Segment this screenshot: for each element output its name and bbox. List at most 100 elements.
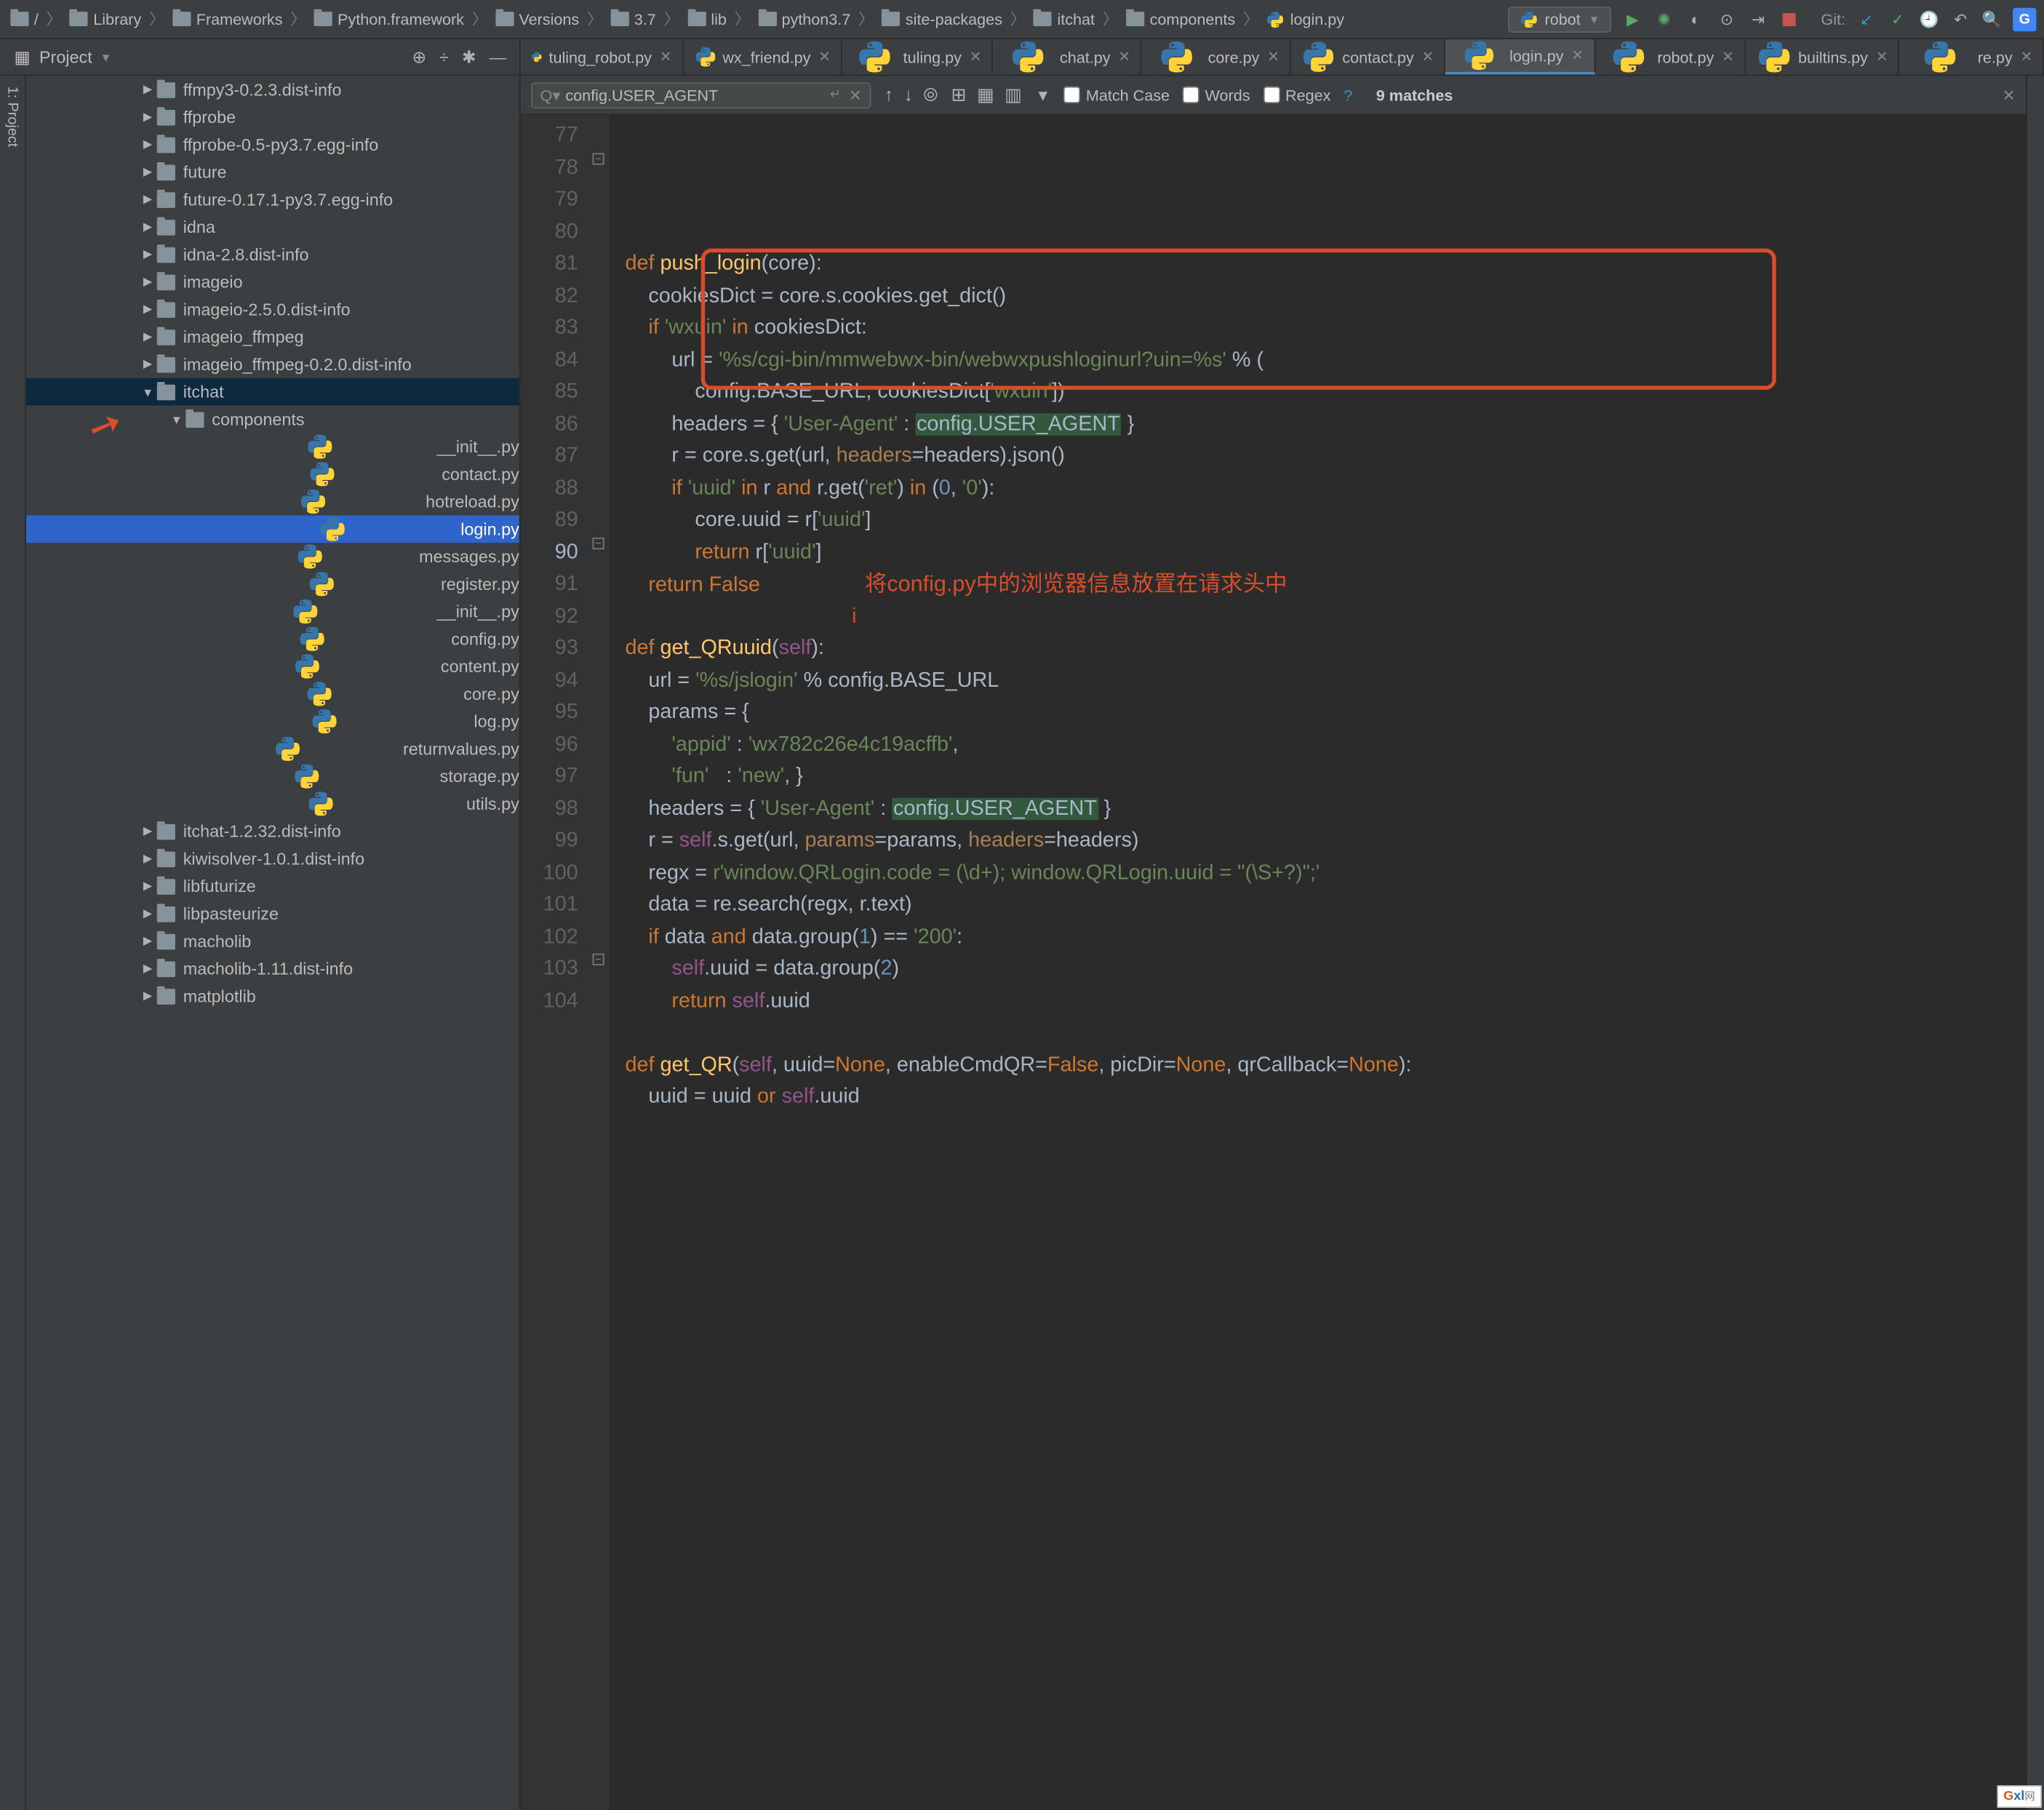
- editor-tab[interactable]: robot.py✕: [1595, 39, 1746, 75]
- chevron-icon[interactable]: ▶: [141, 962, 154, 976]
- words-checkbox[interactable]: Words: [1183, 86, 1250, 104]
- tree-row[interactable]: ▶macholib: [26, 928, 519, 955]
- editor-tab[interactable]: login.py✕: [1445, 39, 1595, 75]
- tree-row[interactable]: ▶kiwisolver-1.0.1.dist-info: [26, 845, 519, 873]
- regex-checkbox[interactable]: Regex: [1263, 86, 1330, 104]
- tree-row[interactable]: login.py: [26, 515, 519, 543]
- code-line[interactable]: r = core.s.get(url, headers=headers).jso…: [625, 441, 2026, 473]
- hide-icon[interactable]: —: [489, 47, 506, 68]
- tree-row[interactable]: messages.py: [26, 543, 519, 570]
- chevron-icon[interactable]: ▶: [141, 192, 154, 207]
- chevron-icon[interactable]: ▶: [141, 989, 154, 1003]
- git-update-icon[interactable]: ↙: [1856, 9, 1877, 30]
- breadcrumb-item[interactable]: itchat: [1031, 9, 1098, 28]
- tree-row[interactable]: ▶imageio-2.5.0.dist-info: [26, 295, 519, 323]
- tree-row[interactable]: __init__.py: [26, 598, 519, 626]
- find-close-icon[interactable]: ✕: [2003, 86, 2016, 104]
- debug-icon[interactable]: ✺: [1653, 9, 1674, 30]
- find-history-icon[interactable]: ↵: [830, 87, 841, 102]
- close-tab-icon[interactable]: ✕: [660, 49, 672, 65]
- code-area[interactable]: 7778798081828384858687888990919293949596…: [521, 115, 2026, 1810]
- code-line[interactable]: core.uuid = r['uuid']: [625, 505, 2026, 537]
- breadcrumb-item[interactable]: Versions: [493, 9, 582, 28]
- chevron-icon[interactable]: ▶: [141, 934, 154, 949]
- editor-tab[interactable]: chat.py✕: [993, 39, 1142, 75]
- git-commit-icon[interactable]: ✓: [1888, 9, 1909, 30]
- chevron-icon[interactable]: ▶: [141, 330, 154, 344]
- rail-project[interactable]: 1: Project: [4, 87, 20, 148]
- git-history-icon[interactable]: 🕘: [1919, 9, 1940, 30]
- code-line[interactable]: return self.uuid: [625, 986, 2026, 1018]
- find-help-icon[interactable]: ?: [1344, 86, 1352, 104]
- tree-row[interactable]: ▶future: [26, 159, 519, 186]
- tree-row[interactable]: content.py: [26, 653, 519, 680]
- code-line[interactable]: return r['uuid']: [625, 537, 2026, 569]
- coverage-icon[interactable]: ◐: [1685, 9, 1706, 30]
- close-tab-icon[interactable]: ✕: [1118, 49, 1130, 65]
- locate-icon[interactable]: ⊕: [412, 47, 426, 68]
- code-content[interactable]: def push_login(core): cookiesDict = core…: [610, 115, 2026, 1810]
- translate-icon[interactable]: G: [2013, 7, 2036, 31]
- chevron-icon[interactable]: ▶: [141, 275, 154, 290]
- profile-icon[interactable]: ⊙: [1717, 9, 1738, 30]
- close-tab-icon[interactable]: ✕: [818, 49, 831, 65]
- run-icon[interactable]: ▶: [1622, 9, 1643, 30]
- editor-tab[interactable]: contact.py✕: [1291, 39, 1445, 75]
- tree-row[interactable]: ▶idna-2.8.dist-info: [26, 241, 519, 268]
- editor-tab[interactable]: tuling_robot.py✕: [521, 39, 684, 75]
- attach-icon[interactable]: ⇥: [1748, 9, 1769, 30]
- chevron-icon[interactable]: ▶: [141, 247, 154, 262]
- close-tab-icon[interactable]: ✕: [1421, 49, 1434, 65]
- tree-row[interactable]: ▶imageio_ffmpeg-0.2.0.dist-info: [26, 351, 519, 378]
- chevron-icon[interactable]: ▶: [141, 302, 154, 316]
- chevron-icon[interactable]: ▶: [141, 137, 154, 152]
- tree-row[interactable]: contact.py: [26, 461, 519, 488]
- code-line[interactable]: self.uuid = data.group(2): [625, 954, 2026, 986]
- tree-row[interactable]: ▶ffprobe-0.5-py3.7.egg-info: [26, 131, 519, 159]
- editor-tab[interactable]: core.py✕: [1142, 39, 1291, 75]
- tree-row[interactable]: ▶macholib-1.11.dist-info: [26, 955, 519, 983]
- chevron-icon[interactable]: ▼: [141, 386, 154, 399]
- chevron-icon[interactable]: ▶: [141, 220, 154, 234]
- tree-row[interactable]: log.py: [26, 708, 519, 735]
- breadcrumb-item[interactable]: /: [8, 9, 41, 28]
- chevron-icon[interactable]: ▶: [141, 879, 154, 893]
- code-line[interactable]: def get_QR(self, uuid=None, enableCmdQR=…: [625, 1050, 2026, 1082]
- tree-row[interactable]: ▶future-0.17.1-py3.7.egg-info: [26, 186, 519, 213]
- tree-row[interactable]: ▶imageio: [26, 268, 519, 296]
- settings-icon[interactable]: ✱: [462, 47, 476, 68]
- fold-toggle-icon[interactable]: −: [592, 152, 604, 164]
- project-tool-header[interactable]: ▦ Project ▼ ⊕ ÷ ✱ —: [0, 39, 521, 75]
- chevron-icon[interactable]: ▶: [141, 110, 154, 124]
- editor-tab[interactable]: re.py✕: [1900, 39, 2044, 75]
- tree-row[interactable]: utils.py: [26, 790, 519, 818]
- chevron-icon[interactable]: ▶: [141, 82, 154, 97]
- select-next-occ-icon[interactable]: ▥: [1005, 84, 1022, 106]
- code-line[interactable]: 'fun' : 'new', }: [625, 761, 2026, 793]
- chevron-icon[interactable]: ▶: [141, 165, 154, 180]
- chevron-icon[interactable]: ▶: [141, 824, 154, 839]
- code-line[interactable]: uuid = uuid or self.uuid: [625, 1082, 2026, 1114]
- code-line[interactable]: [625, 217, 2026, 249]
- tree-row[interactable]: ▶ffmpy3-0.2.3.dist-info: [26, 76, 519, 103]
- breadcrumb-item[interactable]: lib: [684, 9, 729, 28]
- select-all-occ-icon[interactable]: ▦: [977, 84, 994, 106]
- run-config-selector[interactable]: robot ▼: [1508, 6, 1612, 32]
- breadcrumb-item[interactable]: login.py: [1264, 9, 1347, 28]
- project-tree[interactable]: ➚ ▶ffmpy3-0.2.3.dist-info▶ffprobe▶ffprob…: [26, 76, 521, 1810]
- close-tab-icon[interactable]: ✕: [2020, 49, 2032, 65]
- breadcrumb-item[interactable]: python3.7: [756, 9, 853, 28]
- fold-column[interactable]: −−−: [588, 115, 610, 1810]
- fold-toggle-icon[interactable]: −: [592, 954, 604, 965]
- chevron-icon[interactable]: ▶: [141, 851, 154, 866]
- filter-icon[interactable]: ▼: [1035, 86, 1050, 104]
- tree-row[interactable]: ▶imageio_ffmpeg: [26, 323, 519, 351]
- chevron-icon[interactable]: ▶: [141, 357, 154, 372]
- breadcrumb-item[interactable]: Python.framework: [311, 9, 466, 28]
- code-line[interactable]: data = re.search(regx, r.text): [625, 890, 2026, 922]
- collapse-icon[interactable]: ÷: [439, 47, 449, 68]
- find-input[interactable]: [565, 86, 824, 104]
- breadcrumb-item[interactable]: 3.7: [608, 9, 659, 28]
- code-line[interactable]: headers = { 'User-Agent' : config.USER_A…: [625, 409, 2026, 441]
- find-select-all-icon[interactable]: ⦾: [923, 84, 938, 106]
